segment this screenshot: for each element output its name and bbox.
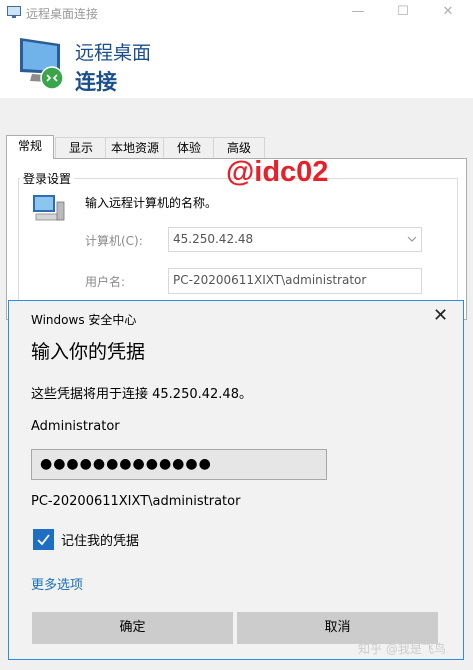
tab-local-resources[interactable]: 本地资源 — [105, 137, 165, 158]
domain-user-text: PC-20200611XIXT\administrator — [31, 494, 241, 509]
maximize-button[interactable]: ☐ — [383, 0, 423, 26]
header-title-line2: 连接 — [75, 70, 117, 94]
tab-experience[interactable]: 体验 — [163, 137, 215, 158]
monitor-icon — [20, 38, 64, 90]
ok-button[interactable]: 确定 — [32, 612, 233, 644]
instruction-text: 输入远程计算机的名称。 — [85, 196, 218, 210]
dialog-description: 这些凭据将用于连接 45.250.42.48。 — [31, 387, 252, 402]
title-bar: 远程桌面连接 — ☐ ✕ — [0, 0, 473, 26]
computer-label: 计算机(C): — [85, 234, 143, 248]
dialog-title: Windows 安全中心 — [31, 313, 137, 327]
close-icon[interactable]: ✕ — [433, 307, 448, 325]
username-value: PC-20200611XIXT\administrator — [173, 273, 367, 287]
username-field[interactable]: PC-20200611XIXT\administrator — [168, 268, 422, 294]
account-name: Administrator — [31, 419, 120, 434]
window-title: 远程桌面连接 — [26, 7, 99, 21]
more-options-link[interactable]: 更多选项 — [31, 574, 83, 593]
footer-watermark: 知乎 @我是飞鸟 — [358, 642, 446, 656]
watermark-text: @idc02 — [226, 156, 329, 188]
computer-combobox[interactable]: 45.250.42.48 — [168, 227, 422, 252]
chevron-down-icon[interactable] — [407, 231, 417, 247]
tab-display[interactable]: 显示 — [55, 137, 107, 158]
checkmark-icon — [37, 534, 50, 546]
header-title-line1: 远程桌面 — [75, 42, 152, 64]
password-mask: ●●●●●●●●●●●●● — [40, 456, 212, 472]
remote-desktop-icon — [7, 6, 21, 18]
group-label: 登录设置 — [20, 170, 75, 187]
minimize-button[interactable]: — — [338, 0, 378, 26]
password-input[interactable]: ●●●●●●●●●●●●● — [31, 449, 327, 480]
tab-advanced[interactable]: 高级 — [213, 137, 265, 158]
remember-credentials-label[interactable]: 记住我的凭据 — [61, 530, 139, 549]
tab-general[interactable]: 常规 — [6, 135, 54, 159]
banner-header: 远程桌面 连接 — [0, 26, 473, 98]
dialog-heading: 输入你的凭据 — [31, 341, 146, 363]
close-button[interactable]: ✕ — [428, 0, 468, 26]
credential-dialog: Windows 安全中心 ✕ 输入你的凭据 这些凭据将用于连接 45.250.4… — [8, 300, 464, 660]
username-label: 用户名: — [85, 275, 126, 289]
computer-icon — [33, 195, 65, 221]
remember-credentials-checkbox[interactable] — [33, 529, 54, 550]
computer-value: 45.250.42.48 — [173, 232, 254, 246]
